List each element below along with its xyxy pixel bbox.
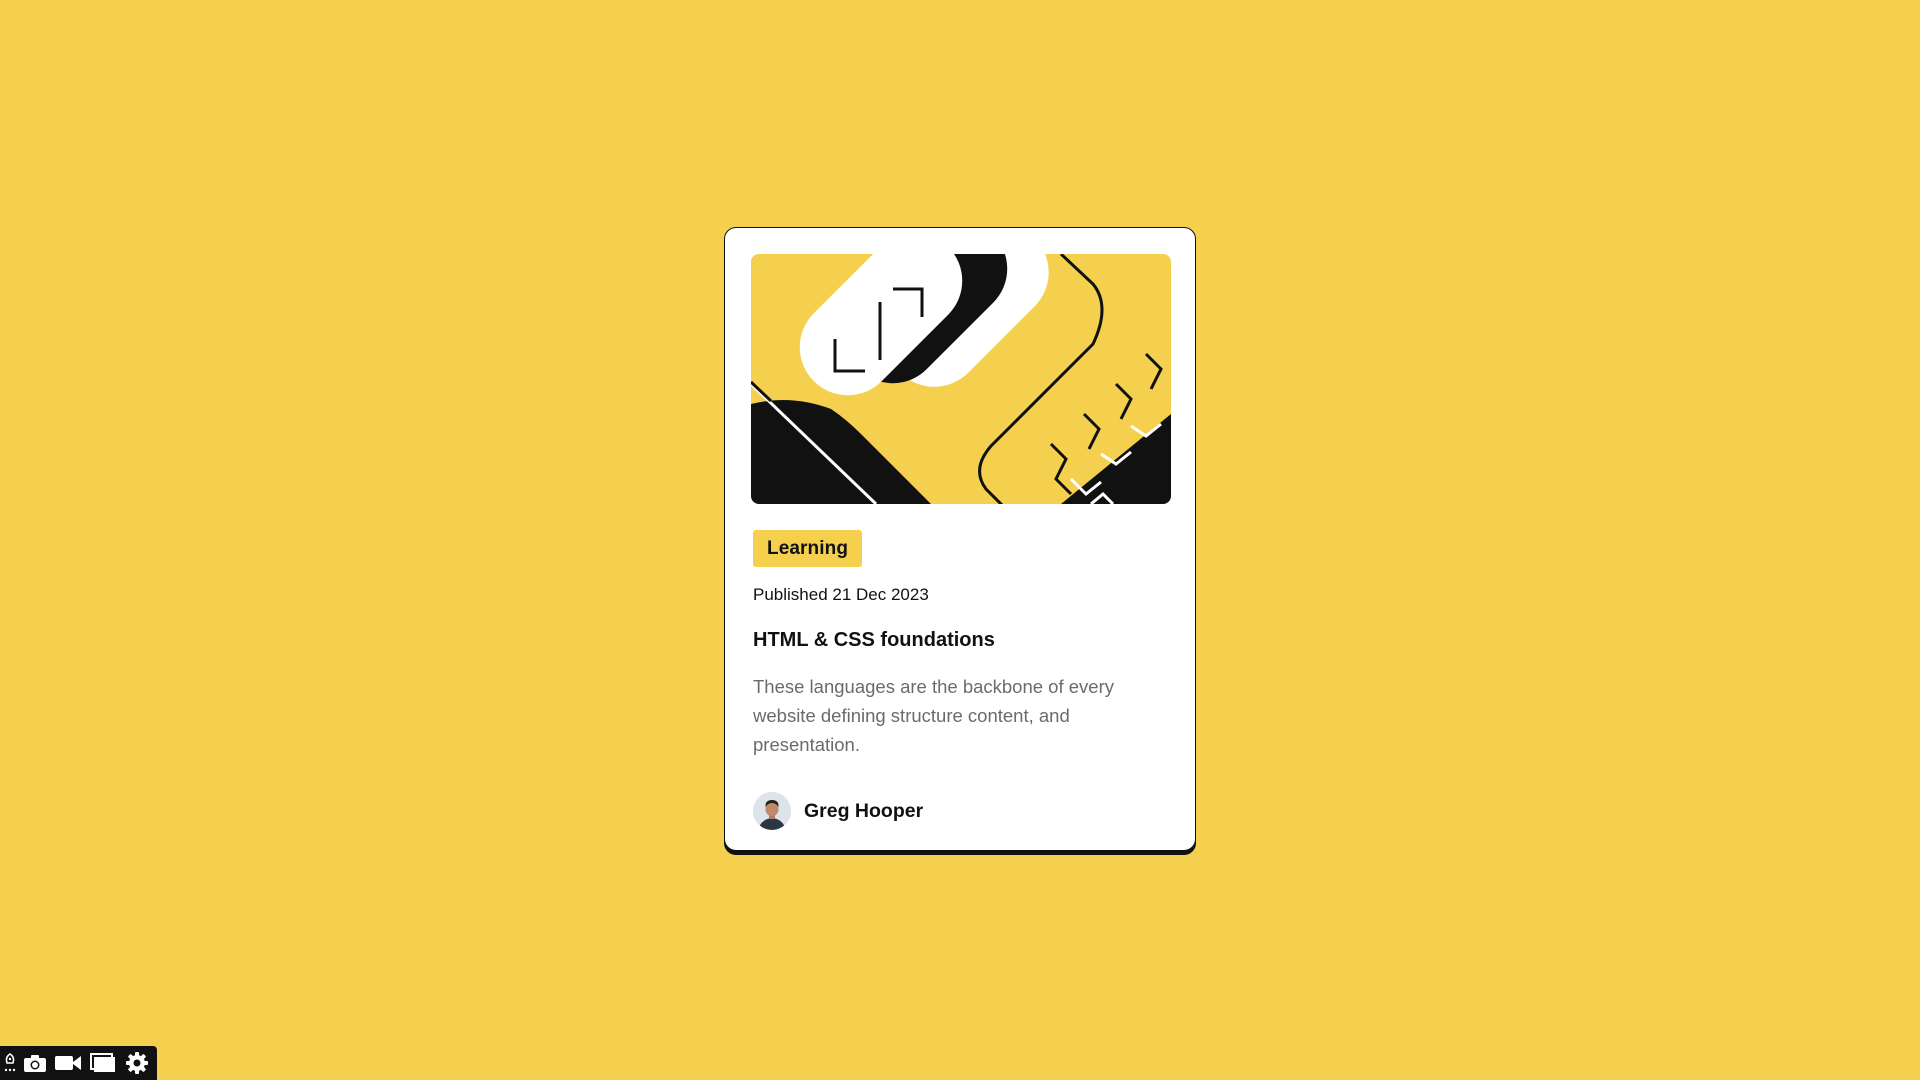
camera-icon: [24, 1055, 46, 1072]
record-video-button[interactable]: [50, 1046, 86, 1080]
window-capture-button[interactable]: [86, 1046, 120, 1080]
page: Learning Published 21 Dec 2023 HTML & CS…: [0, 0, 1920, 1080]
author-name[interactable]: Greg Hooper: [804, 799, 923, 823]
rocket-icon: [4, 1053, 16, 1072]
screen-capture-toolbar: [0, 1046, 157, 1080]
card-description: These languages are the backbone of ever…: [753, 676, 1114, 755]
video-icon: [55, 1056, 81, 1070]
blog-preview-card[interactable]: Learning Published 21 Dec 2023 HTML & CS…: [724, 227, 1196, 851]
published-date: Published 21 Dec 2023: [753, 585, 929, 604]
screenshot-button[interactable]: [20, 1046, 50, 1080]
card-title[interactable]: HTML & CSS foundations: [753, 628, 995, 652]
category-tag[interactable]: Learning: [753, 530, 863, 567]
author: Greg Hooper: [753, 792, 923, 830]
settings-button[interactable]: [120, 1046, 154, 1080]
gear-icon: [126, 1052, 148, 1074]
hero-illustration: [751, 254, 1171, 504]
avatar-portrait-icon: [753, 792, 791, 830]
window-icon: [90, 1053, 115, 1072]
code-illustration-icon: [751, 254, 1171, 504]
avatar: [753, 792, 791, 830]
rocket-button[interactable]: [0, 1046, 20, 1080]
